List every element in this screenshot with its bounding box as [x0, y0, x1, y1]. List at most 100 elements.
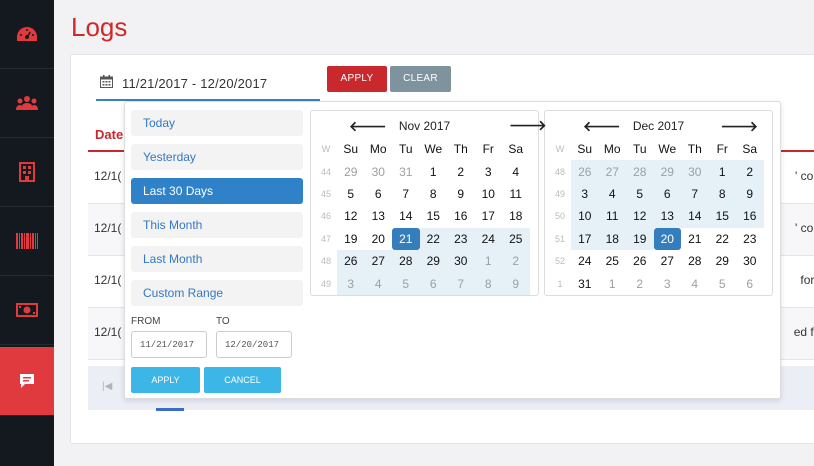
next-month-arrow-icon[interactable]: 🡒 [509, 117, 547, 134]
calendar-day[interactable]: 1 [599, 272, 627, 294]
calendar-day[interactable]: 1 [708, 160, 736, 183]
calendar-day[interactable]: 14 [681, 205, 709, 228]
calendar-day[interactable]: 6 [653, 182, 681, 206]
from-date-input[interactable]: 11/21/2017 [131, 331, 207, 358]
calendar-day[interactable]: 15 [420, 205, 448, 227]
calendar-day[interactable]: 17 [475, 205, 503, 227]
calendar-day[interactable]: 8 [708, 182, 736, 206]
calendar-day[interactable]: 30 [447, 249, 475, 273]
sidebar-item-dashboard[interactable] [0, 0, 54, 69]
calendar-day[interactable]: 6 [365, 183, 393, 205]
calendar-day[interactable]: 4 [364, 272, 392, 295]
calendar-day[interactable]: 24 [571, 250, 599, 272]
sidebar-item-logs[interactable] [0, 347, 54, 416]
calendar-day[interactable]: 15 [708, 205, 736, 228]
column-header-date[interactable]: Date [95, 127, 123, 142]
calendar-day[interactable]: 27 [364, 249, 392, 273]
calendar-day[interactable]: 8 [420, 183, 448, 205]
calendar-day[interactable]: 29 [337, 160, 365, 182]
range-last-month[interactable]: Last Month [131, 246, 303, 272]
apply-button[interactable]: APPLY [327, 66, 387, 92]
calendar-day[interactable]: 29 [419, 249, 447, 273]
calendar-day[interactable]: 23 [736, 228, 764, 250]
calendar-day[interactable]: 29 [653, 160, 681, 183]
calendar-day[interactable]: 23 [447, 227, 475, 250]
calendar-day[interactable]: 1 [420, 160, 448, 182]
calendar-day-selected[interactable]: 20 [653, 227, 681, 250]
calendar-day[interactable]: 11 [502, 183, 530, 205]
sidebar-item-buildings[interactable] [0, 138, 54, 207]
calendar-day[interactable]: 11 [598, 205, 626, 228]
calendar-day[interactable]: 26 [626, 250, 654, 272]
calendar-day[interactable]: 27 [598, 160, 626, 183]
calendar-day[interactable]: 26 [571, 160, 599, 183]
range-last-30-days[interactable]: Last 30 Days [131, 178, 303, 204]
calendar-day[interactable]: 17 [571, 227, 599, 250]
calendar-day[interactable]: 28 [681, 250, 709, 272]
calendar-day[interactable]: 28 [626, 160, 654, 183]
calendar-day[interactable]: 20 [365, 228, 393, 250]
calendar-day[interactable]: 4 [502, 160, 530, 182]
calendar-day[interactable]: 9 [447, 183, 475, 205]
calendar-day[interactable]: 28 [392, 249, 420, 273]
sidebar-item-money[interactable] [0, 276, 54, 345]
next-month-arrow-icon[interactable]: 🡒 [720, 118, 758, 135]
calendar-day[interactable]: 31 [392, 160, 420, 182]
calendar-day[interactable]: 24 [474, 227, 502, 250]
calendar-day[interactable]: 18 [598, 227, 626, 250]
calendar-day[interactable]: 2 [626, 272, 654, 294]
sidebar-item-barcode[interactable] [0, 207, 54, 276]
calendar-day[interactable]: 25 [599, 250, 627, 272]
to-date-input[interactable]: 12/20/2017 [216, 331, 292, 358]
calendar-day[interactable]: 3 [654, 272, 682, 294]
calendar-day-selected[interactable]: 21 [392, 227, 420, 250]
calendar-day[interactable]: 1 [474, 249, 502, 273]
calendar-day[interactable]: 2 [736, 160, 764, 183]
range-this-month[interactable]: This Month [131, 212, 303, 238]
calendar-day[interactable]: 14 [392, 205, 420, 227]
picker-apply-button[interactable]: APPLY [131, 367, 200, 393]
calendar-day[interactable]: 7 [392, 183, 420, 205]
calendar-day[interactable]: 10 [571, 205, 599, 228]
calendar-day[interactable]: 2 [447, 160, 475, 182]
calendar-day[interactable]: 8 [474, 272, 502, 295]
date-range-input[interactable]: 11/21/2017 - 12/20/2017 [96, 66, 320, 101]
calendar-day[interactable]: 26 [337, 249, 365, 273]
calendar-day[interactable]: 27 [654, 250, 682, 272]
calendar-day[interactable]: 30 [736, 250, 764, 272]
calendar-day[interactable]: 4 [681, 272, 709, 294]
calendar-day[interactable]: 18 [502, 205, 530, 227]
clear-button[interactable]: CLEAR [390, 66, 451, 92]
calendar-day[interactable]: 7 [447, 272, 475, 295]
calendar-day[interactable]: 19 [626, 227, 654, 250]
range-custom[interactable]: Custom Range [131, 280, 303, 306]
calendar-day[interactable]: 22 [419, 227, 447, 250]
calendar-day[interactable]: 30 [681, 160, 709, 183]
calendar-day[interactable]: 10 [475, 183, 503, 205]
calendar-day[interactable]: 19 [337, 228, 365, 250]
calendar-day[interactable]: 3 [337, 272, 365, 295]
calendar-day[interactable]: 29 [709, 250, 737, 272]
calendar-day[interactable]: 16 [447, 205, 475, 227]
picker-cancel-button[interactable]: CANCEL [204, 367, 281, 393]
range-today[interactable]: Today [131, 110, 303, 136]
calendar-day[interactable]: 6 [736, 272, 764, 294]
first-page-button[interactable]: |◀ [102, 381, 112, 392]
calendar-day[interactable]: 13 [653, 205, 681, 228]
range-yesterday[interactable]: Yesterday [131, 144, 303, 170]
calendar-day[interactable]: 5 [709, 272, 737, 294]
calendar-day[interactable]: 4 [598, 182, 626, 206]
calendar-day[interactable]: 31 [571, 272, 599, 294]
sidebar-item-users[interactable] [0, 69, 54, 138]
calendar-day[interactable]: 5 [392, 272, 420, 295]
calendar-day[interactable]: 9 [502, 272, 530, 295]
calendar-day[interactable]: 16 [736, 205, 764, 228]
calendar-day[interactable]: 2 [502, 249, 530, 273]
calendar-day[interactable]: 7 [681, 182, 709, 206]
calendar-day[interactable]: 13 [365, 205, 393, 227]
calendar-day[interactable]: 3 [571, 182, 599, 206]
calendar-day[interactable]: 5 [626, 182, 654, 206]
calendar-day[interactable]: 22 [709, 228, 737, 250]
calendar-day[interactable]: 21 [681, 228, 709, 250]
calendar-day[interactable]: 6 [419, 272, 447, 295]
